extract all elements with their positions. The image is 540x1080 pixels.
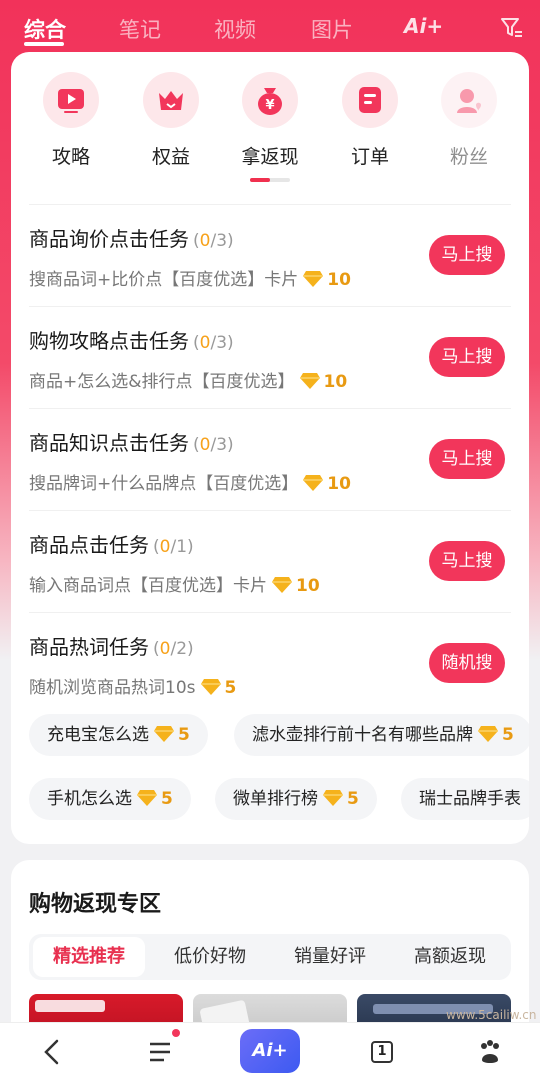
category-guide[interactable]: 攻略 (21, 72, 121, 169)
category-benefits[interactable]: 权益 (121, 72, 221, 169)
task-item: 商品热词任务 (0/2) 随机浏览商品热词10s 5 随机搜 (29, 612, 511, 714)
search-now-button[interactable]: 马上搜 (429, 337, 505, 377)
task-description: 搜商品词+比价点【百度优选】卡片 10 (29, 270, 351, 290)
segment-top-sales[interactable]: 销量好评 (277, 934, 383, 980)
task-item: 购物攻略点击任务 (0/3) 商品+怎么选&排行点【百度优选】 10 马上搜 (29, 306, 511, 408)
task-description: 输入商品词点【百度优选】卡片 10 (29, 576, 320, 596)
category-label: 拿返现 (241, 146, 299, 168)
segment-high-cashback[interactable]: 高额返现 (397, 934, 503, 980)
category-label: 订单 (350, 146, 389, 168)
tab-ai[interactable]: Ai+ (404, 14, 443, 38)
gem-icon (299, 373, 320, 389)
random-search-button[interactable]: 随机搜 (429, 643, 505, 683)
task-card: 攻略 权益 ¥ 拿返现 订单 粉丝 商品询价点击任务 (0/3) 搜商品词+比价… (11, 52, 529, 844)
gem-icon (303, 271, 324, 287)
gem-icon (478, 726, 498, 742)
tab-images[interactable]: 图片 (311, 14, 353, 44)
task-title: 商品询价点击任务 (0/3) (29, 227, 234, 251)
filter-icon[interactable] (500, 16, 524, 40)
gem-icon (200, 679, 221, 695)
order-icon (359, 87, 381, 113)
task-item: 商品知识点击任务 (0/3) 搜品牌词+什么品牌点【百度优选】 10 马上搜 (29, 408, 511, 510)
money-bag-icon: ¥ (258, 88, 282, 115)
task-title: 商品热词任务 (0/2) (29, 635, 194, 659)
hot-word-chip[interactable]: 微单排行榜 5 (215, 778, 377, 820)
fans-icon (457, 89, 481, 113)
category-label: 粉丝 (449, 146, 488, 168)
task-title: 商品点击任务 (0/1) (29, 533, 194, 557)
hot-word-chip[interactable]: 瑞士品牌手表 (401, 778, 529, 820)
gem-icon (154, 726, 174, 742)
category-orders[interactable]: 订单 (320, 72, 420, 169)
hot-word-chip[interactable]: 充电宝怎么选 5 (29, 714, 208, 756)
segment-low-price[interactable]: 低价好物 (157, 934, 263, 980)
segment-featured[interactable]: 精选推荐 (33, 937, 145, 977)
tab-videos[interactable]: 视频 (214, 14, 256, 44)
task-description: 商品+怎么选&排行点【百度优选】 10 (29, 372, 348, 392)
category-row: 攻略 权益 ¥ 拿返现 订单 粉丝 (11, 72, 529, 182)
section-title: 购物返现专区 (29, 892, 162, 917)
tabs-count-button[interactable]: 1 (371, 1041, 393, 1063)
gem-icon (137, 790, 157, 806)
category-scroll-indicator (250, 178, 290, 182)
search-now-button[interactable]: 马上搜 (429, 541, 505, 581)
ai-assistant-button[interactable]: Ai+ (240, 1029, 300, 1073)
watermark: www.5cailiw.cn (446, 1008, 537, 1022)
baidu-paw-icon (481, 1040, 499, 1063)
task-item: 商品点击任务 (0/1) 输入商品词点【百度优选】卡片 10 马上搜 (29, 510, 511, 612)
back-button[interactable] (30, 1023, 74, 1080)
notification-dot (172, 1029, 180, 1037)
hot-words-row-2: 手机怎么选 5 微单排行榜 5 瑞士品牌手表 (11, 778, 529, 822)
tab-all[interactable]: 综合 (24, 14, 66, 44)
play-video-icon (58, 89, 84, 113)
task-item: 商品询价点击任务 (0/3) 搜商品词+比价点【百度优选】卡片 10 马上搜 (29, 204, 511, 306)
search-now-button[interactable]: 马上搜 (429, 235, 505, 275)
tab-notes[interactable]: 笔记 (119, 14, 161, 44)
cashback-segment-control: 精选推荐 低价好物 销量好评 高额返现 (29, 934, 511, 980)
gem-icon (272, 577, 292, 593)
category-label: 攻略 (51, 146, 90, 168)
active-tab-indicator (24, 42, 64, 46)
gem-icon (303, 475, 324, 491)
gem-icon (323, 790, 343, 806)
back-arrow-icon (44, 1039, 59, 1065)
search-now-button[interactable]: 马上搜 (429, 439, 505, 479)
task-description: 搜品牌词+什么品牌点【百度优选】 10 (29, 474, 351, 494)
menu-icon (150, 1042, 170, 1062)
crown-icon (159, 91, 183, 110)
task-title: 购物攻略点击任务 (0/3) (29, 329, 234, 353)
baidu-home-button[interactable] (470, 1023, 510, 1080)
category-fans[interactable]: 粉丝 (419, 72, 519, 169)
bottom-navigation: Ai+ 1 (0, 1022, 540, 1080)
hot-words-row-1: 充电宝怎么选 5 滤水壶排行前十名有哪些品牌 5 (11, 714, 529, 758)
category-cashback[interactable]: ¥ 拿返现 (220, 72, 320, 169)
category-label: 权益 (151, 146, 190, 168)
hot-word-chip[interactable]: 手机怎么选 5 (29, 778, 191, 820)
hot-word-chip[interactable]: 滤水壶排行前十名有哪些品牌 5 (234, 714, 529, 756)
task-title: 商品知识点击任务 (0/3) (29, 431, 234, 455)
task-description: 随机浏览商品热词10s 5 (29, 678, 237, 698)
svg-text:¥: ¥ (265, 98, 274, 113)
search-tabs: 综合 笔记 视频 图片 Ai+ (0, 0, 540, 56)
